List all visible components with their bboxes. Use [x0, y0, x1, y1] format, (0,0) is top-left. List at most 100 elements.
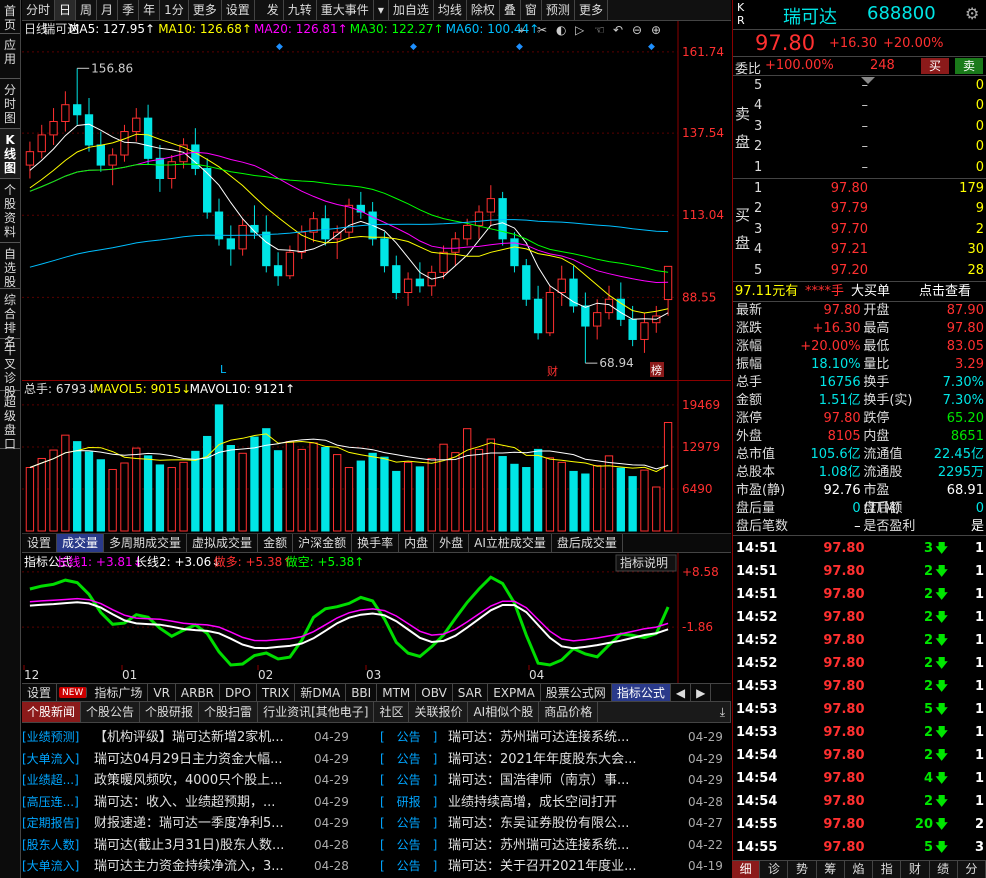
newstab-5[interactable]: 社区: [374, 702, 410, 722]
indicator-chart[interactable]: +8.58 -1.86 指标公式 长线1: +3.81↓ 长线2: +3.06↓ 做多: …: [22, 553, 731, 683]
leftnav-item-8[interactable]: 超级盘口: [0, 391, 20, 451]
topbar-item-7[interactable]: 更多: [189, 0, 222, 21]
chart-tool-icon[interactable]: ⊖: [632, 23, 642, 37]
indtab-6[interactable]: TRIX: [257, 684, 296, 701]
finance-marker[interactable]: 财: [547, 364, 558, 378]
indtab-5[interactable]: DPO: [220, 684, 257, 701]
news-title[interactable]: 瑞可达：苏州瑞可达连接系统...: [448, 835, 688, 857]
indtab-2[interactable]: 指标广场: [89, 684, 149, 701]
news-title[interactable]: 瑞可达：国浩律师（南京）事...: [448, 770, 688, 792]
indtab-8[interactable]: BBI: [346, 684, 378, 701]
volume-chart[interactable]: 19469 12979 6490 总手: 6793↓ MAVOL5: 9015↓ MAVO…: [22, 381, 731, 534]
topbar-item-4[interactable]: 季: [118, 0, 140, 21]
dropdown-chevron-icon[interactable]: ▾: [374, 0, 389, 21]
newstab-8[interactable]: 商品价格: [539, 702, 599, 722]
news-title[interactable]: 瑞可达04月29日主力资金大幅...: [94, 749, 314, 771]
indtab-11[interactable]: SAR: [453, 684, 489, 701]
news-title[interactable]: 瑞可达主力资金持续净流入，3...: [94, 856, 314, 878]
download-icon[interactable]: ⤓: [715, 702, 731, 722]
indtab-9[interactable]: MTM: [377, 684, 417, 701]
ask-row[interactable]: 1 – 0: [751, 158, 986, 178]
topbar-item-16[interactable]: 窗: [521, 0, 542, 21]
topbar-item-14[interactable]: 除权: [467, 0, 500, 21]
voltab-6[interactable]: 换手率: [352, 534, 400, 552]
news-item[interactable]: [高压连...] 瑞可达：收入、业绩超预期，... 04-29: [22, 792, 352, 814]
indtab-14[interactable]: 指标公式: [611, 684, 671, 701]
ask-row[interactable]: 4 – 0: [751, 96, 986, 116]
buy-button[interactable]: 买: [921, 58, 949, 74]
newstab-3[interactable]: 个股扫雷: [199, 702, 259, 722]
detail-tab-1[interactable]: 诊: [760, 861, 789, 878]
topbar-item-12[interactable]: 加自选: [389, 0, 434, 21]
scroll-right-icon[interactable]: ▶: [691, 684, 712, 701]
topbar-item-17[interactable]: 预测: [542, 0, 575, 21]
indtab-4[interactable]: ARBR: [176, 684, 221, 701]
bid-row[interactable]: 2 97.79 9: [751, 199, 986, 219]
chart-tool-icon[interactable]: ✂: [537, 23, 547, 37]
indicator-svg[interactable]: +8.58-1.86指标公式长线1: +3.81↓长线2: +3.06↓做多: …: [22, 553, 731, 683]
newstab-4[interactable]: 行业资讯[其他电子]: [258, 702, 375, 722]
voltab-8[interactable]: 外盘: [434, 534, 470, 552]
detail-tab-2[interactable]: 势: [788, 861, 817, 878]
bid-row[interactable]: 5 97.20 28: [751, 261, 986, 281]
voltab-2[interactable]: 多周期成交量: [104, 534, 188, 552]
voltab-9[interactable]: AI立桩成交量: [469, 534, 552, 552]
leftnav-item-6[interactable]: 综合排名: [0, 289, 20, 349]
news-item[interactable]: [ 公告 ] 瑞可达：东吴证券股份有限公... 04-27: [380, 813, 730, 835]
indtab-0[interactable]: 设置: [22, 684, 58, 701]
voltab-3[interactable]: 虚拟成交量: [187, 534, 259, 552]
topbar-item-15[interactable]: 叠: [500, 0, 521, 21]
voltab-10[interactable]: 盘后成交量: [552, 534, 623, 552]
topbar-item-8[interactable]: 设置: [222, 0, 255, 21]
news-item[interactable]: [ 公告 ] 瑞可达：国浩律师（南京）事... 04-29: [380, 770, 730, 792]
leftnav-item-3[interactable]: K线图: [0, 129, 20, 179]
marker-l[interactable]: L: [220, 363, 227, 376]
topbar-item-18[interactable]: 更多: [575, 0, 608, 21]
big-order-row[interactable]: 97.11元有 ****手 大买单 点击查看: [733, 282, 986, 302]
voltab-0[interactable]: 设置: [22, 534, 58, 552]
detail-tab-4[interactable]: 焰: [845, 861, 874, 878]
leftnav-item-2[interactable]: 分时图: [0, 79, 20, 129]
news-item[interactable]: [股东人数] 瑞可达(截止3月31日)股东人数... 04-28: [22, 835, 352, 857]
leftnav-item-1[interactable]: 应用: [0, 34, 20, 79]
kline-svg[interactable]: 161.74137.54113.0488.55日线瑞可达MA5: 127.95↑…: [22, 21, 731, 381]
newstab-6[interactable]: 关联报价: [409, 702, 469, 722]
detail-tab-0[interactable]: 细: [732, 861, 761, 878]
voltab-5[interactable]: 沪深金额: [293, 534, 353, 552]
detail-tab-7[interactable]: 绩: [930, 861, 958, 878]
bid-row[interactable]: 4 97.21 30: [751, 240, 986, 260]
detail-tab-6[interactable]: 财: [901, 861, 930, 878]
newstab-2[interactable]: 个股研报: [140, 702, 200, 722]
news-item[interactable]: [ 研报 ] 业绩持续高增，成长空间打开 04-28: [380, 792, 730, 814]
volume-svg[interactable]: 19469 12979 6490 总手: 6793↓MAVOL5: 9015↓MAVO…: [22, 381, 731, 534]
news-title[interactable]: 瑞可达：2021年年度股东大会...: [448, 749, 688, 771]
newstab-1[interactable]: 个股公告: [81, 702, 141, 722]
news-item[interactable]: [ 公告 ] 瑞可达：苏州瑞可达连接系统... 04-22: [380, 835, 730, 857]
big-order-link[interactable]: 点击查看: [919, 282, 971, 301]
detail-tab-3[interactable]: 筹: [817, 861, 845, 878]
news-title[interactable]: 瑞可达：关于召开2021年度业...: [448, 856, 688, 878]
chart-tool-icon[interactable]: ▷: [575, 23, 585, 37]
news-title[interactable]: 瑞可达：苏州瑞可达连接系统...: [448, 727, 688, 749]
chart-tool-icon[interactable]: ☜: [594, 23, 605, 37]
leftnav-item-4[interactable]: 个股资料: [0, 179, 20, 243]
indtab-12[interactable]: EXPMA: [488, 684, 541, 701]
scroll-left-icon[interactable]: ◀: [671, 684, 692, 701]
chart-tool-icon[interactable]: ⌖: [518, 23, 525, 37]
chart-tool-icon[interactable]: ◐: [556, 23, 566, 37]
topbar-item-2[interactable]: 周: [76, 0, 98, 21]
topbar-item-1[interactable]: 日: [55, 0, 77, 21]
news-title[interactable]: 财报速递：瑞可达一季度净利5...: [94, 813, 314, 835]
leftnav-item-5[interactable]: 自选股: [0, 243, 20, 289]
indtab-3[interactable]: VR: [148, 684, 176, 701]
topbar-item-13[interactable]: 均线: [434, 0, 467, 21]
bid-row[interactable]: 3 97.70 2: [751, 220, 986, 240]
indtab-1[interactable]: NEW: [59, 687, 88, 698]
ask-row[interactable]: 5 – 0: [751, 76, 986, 96]
ask-row[interactable]: 2 – 0: [751, 137, 986, 157]
news-item[interactable]: [大单流入] 瑞可达主力资金持续净流入，3... 04-28: [22, 856, 352, 878]
detail-tab-8[interactable]: 分: [958, 861, 986, 878]
topbar-item-11[interactable]: 重大事件: [317, 0, 374, 21]
topbar-item-5[interactable]: 年: [139, 0, 161, 21]
indtab-13[interactable]: 股票公式网: [541, 684, 612, 701]
